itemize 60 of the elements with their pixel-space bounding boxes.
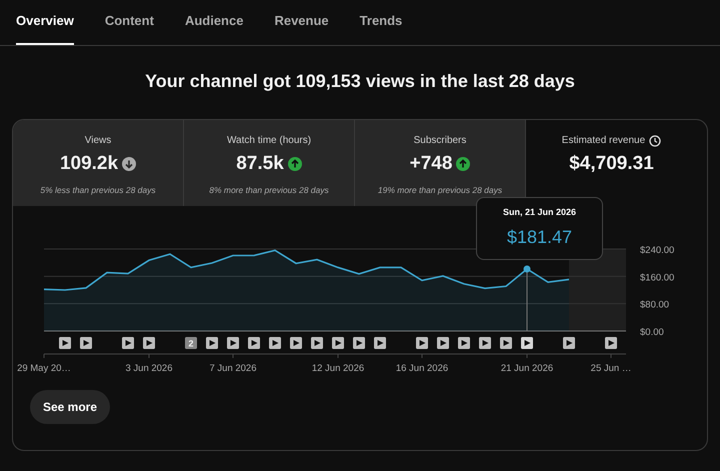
metric-value: $4,709.31 <box>569 152 654 176</box>
video-play-icon[interactable] <box>437 337 449 349</box>
video-play-icon[interactable] <box>374 337 386 349</box>
comparison-note: 19% more than previous 28 days <box>376 184 504 196</box>
video-play-icon[interactable] <box>479 337 491 349</box>
y-axis-label: $80.00 <box>640 300 670 311</box>
arrow-up-icon <box>288 157 302 172</box>
video-play-icon[interactable] <box>353 337 365 349</box>
video-play-icon[interactable] <box>122 337 134 349</box>
video-play-icon[interactable] <box>332 337 344 349</box>
video-play-icon[interactable] <box>269 337 281 349</box>
data-point <box>524 266 530 272</box>
metric-value: +748 <box>410 152 452 176</box>
metric-value: 87.5k <box>236 152 284 176</box>
x-axis-label: 3 Jun 2026 <box>126 363 172 374</box>
video-play-icon[interactable] <box>59 337 71 349</box>
y-axis-label: $240.00 <box>640 245 674 256</box>
video-play-icon[interactable] <box>500 337 512 349</box>
x-axis-label: 16 Jun 2026 <box>396 363 448 374</box>
x-axis-label: 25 Jun … <box>590 363 632 374</box>
y-axis-label: $0.00 <box>640 327 664 338</box>
comparison-note: 5% less than previous 28 days <box>39 184 157 196</box>
tooltip-value: $181.47 <box>506 226 574 248</box>
y-axis-label: $160.00 <box>640 272 674 284</box>
tab[interactable]: Trends <box>360 0 402 45</box>
video-play-icon[interactable] <box>80 337 92 349</box>
arrow-up-icon <box>456 157 470 172</box>
video-play-icon[interactable] <box>605 337 617 349</box>
clock-icon <box>649 134 662 146</box>
metric-label: Views <box>84 134 112 148</box>
page-headline: Your channel got 109,153 views in the last 28 days <box>144 70 576 93</box>
metric-value: 109.2k <box>60 152 118 176</box>
video-play-icon[interactable] <box>458 337 470 349</box>
tab[interactable]: Overview <box>16 0 74 45</box>
metric-tile[interactable]: Watch time (hours) 87.5k 8% more than previous 28 days <box>184 120 355 206</box>
x-axis-label: 21 Jun 2026 <box>500 363 554 374</box>
video-play-icon[interactable] <box>206 337 218 349</box>
video-play-icon[interactable] <box>521 337 533 349</box>
arrow-down-icon <box>122 157 136 172</box>
metric-label: Estimated revenue <box>562 134 646 148</box>
tab[interactable]: Content <box>104 0 154 45</box>
video-play-icon[interactable] <box>227 337 239 349</box>
video-play-icon[interactable] <box>290 337 302 349</box>
x-axis-label: 12 Jun 2026 <box>312 363 364 374</box>
metric-label: Subscribers <box>414 134 466 148</box>
video-play-icon[interactable] <box>143 337 155 349</box>
tab[interactable]: Revenue <box>274 0 329 45</box>
metric-tile[interactable]: Views 109.2k 5% less than previous 28 days <box>13 120 184 206</box>
video-play-icon[interactable] <box>248 337 260 349</box>
tooltip-date: Sun, 21 Jun 2026 <box>502 206 578 219</box>
comparison-note: 8% more than previous 28 days <box>208 184 330 196</box>
x-axis-label: 7 Jun 2026 <box>210 363 256 374</box>
x-axis-label: 29 May 20… <box>17 363 71 374</box>
see-more-button[interactable]: See more <box>30 390 110 424</box>
video-play-icon[interactable] <box>563 337 575 349</box>
tab[interactable]: Audience <box>184 0 244 45</box>
video-play-icon[interactable] <box>416 337 428 349</box>
video-play-icon[interactable] <box>311 337 323 349</box>
metric-tile[interactable]: Subscribers +748 19% more than previous 28 days <box>355 120 526 206</box>
metric-label: Watch time (hours) <box>226 134 312 148</box>
